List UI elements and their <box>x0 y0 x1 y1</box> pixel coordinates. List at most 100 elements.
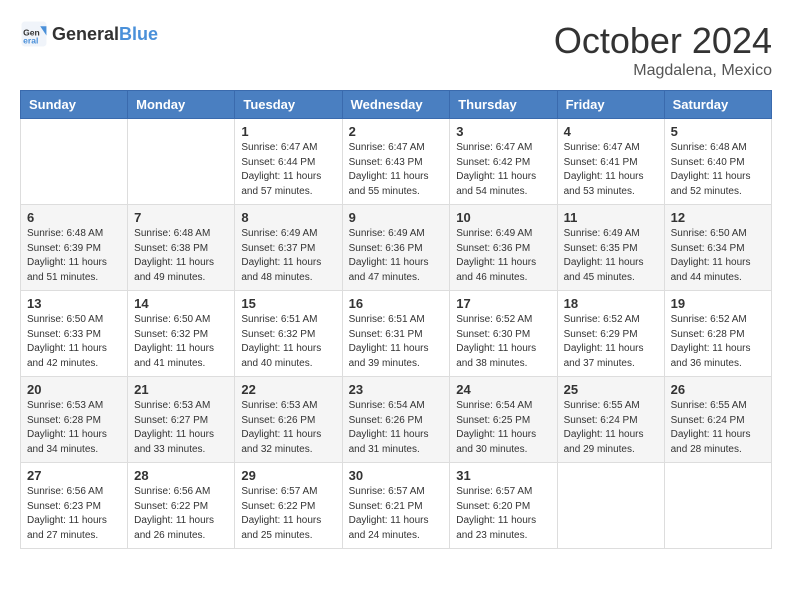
day-info: Sunrise: 6:49 AM Sunset: 6:36 PM Dayligh… <box>349 227 444 285</box>
day-info: Sunrise: 6:57 AM Sunset: 6:20 PM Dayligh… <box>456 485 550 543</box>
logo-blue: Blue <box>119 24 158 44</box>
calendar-cell: 11 Sunrise: 6:49 AM Sunset: 6:35 PM Dayli… <box>557 205 664 291</box>
calendar-cell: 27 Sunrise: 6:56 AM Sunset: 6:23 PM Dayli… <box>21 463 128 549</box>
calendar-cell: 4Sunrise: 6:47 AM Sunset: 6:41 PM Daylig… <box>557 119 664 205</box>
calendar-cell <box>21 119 128 205</box>
calendar-cell: 30Sunrise: 6:57 AM Sunset: 6:21 PM Dayli… <box>342 463 450 549</box>
calendar-cell: 22 Sunrise: 6:53 AM Sunset: 6:26 PM Dayli… <box>235 377 342 463</box>
logo: Gen eral GeneralBlue <box>20 20 158 48</box>
day-info: Sunrise: 6:52 AM Sunset: 6:29 PM Dayligh… <box>564 313 658 371</box>
calendar-cell: 18 Sunrise: 6:52 AM Sunset: 6:29 PM Dayli… <box>557 291 664 377</box>
day-info: Sunrise: 6:48 AM Sunset: 6:39 PM Dayligh… <box>27 227 121 285</box>
day-number: 17 <box>456 296 550 311</box>
day-info: Sunrise: 6:47 AM Sunset: 6:44 PM Dayligh… <box>241 141 335 199</box>
calendar-cell: 25 Sunrise: 6:55 AM Sunset: 6:24 PM Dayli… <box>557 377 664 463</box>
calendar-cell <box>128 119 235 205</box>
day-number: 25 <box>564 382 658 397</box>
title-area: October 2024 Magdalena, Mexico <box>554 20 772 80</box>
calendar-cell <box>557 463 664 549</box>
day-number: 22 <box>241 382 335 397</box>
calendar-cell: 10Sunrise: 6:49 AM Sunset: 6:36 PM Dayli… <box>450 205 557 291</box>
day-of-week-header: Thursday <box>450 91 557 119</box>
day-number: 3 <box>456 124 550 139</box>
calendar-week-row: 6 Sunrise: 6:48 AM Sunset: 6:39 PM Daylig… <box>21 205 772 291</box>
day-number: 31 <box>456 468 550 483</box>
day-number: 18 <box>564 296 658 311</box>
day-number: 11 <box>564 210 658 225</box>
calendar-cell: 16 Sunrise: 6:51 AM Sunset: 6:31 PM Dayli… <box>342 291 450 377</box>
calendar-cell: 20 Sunrise: 6:53 AM Sunset: 6:28 PM Dayli… <box>21 377 128 463</box>
calendar-cell: 13Sunrise: 6:50 AM Sunset: 6:33 PM Dayli… <box>21 291 128 377</box>
day-number: 23 <box>349 382 444 397</box>
calendar-cell: 12 Sunrise: 6:50 AM Sunset: 6:34 PM Dayli… <box>664 205 771 291</box>
day-of-week-header: Sunday <box>21 91 128 119</box>
day-info: Sunrise: 6:57 AM Sunset: 6:21 PM Dayligh… <box>349 485 444 543</box>
day-of-week-header: Saturday <box>664 91 771 119</box>
day-of-week-header: Friday <box>557 91 664 119</box>
day-of-week-header: Tuesday <box>235 91 342 119</box>
day-info: Sunrise: 6:54 AM Sunset: 6:26 PM Dayligh… <box>349 399 444 457</box>
day-number: 12 <box>671 210 765 225</box>
day-number: 1 <box>241 124 335 139</box>
calendar-cell: 29 Sunrise: 6:57 AM Sunset: 6:22 PM Dayli… <box>235 463 342 549</box>
page-header: Gen eral GeneralBlue October 2024 Magdal… <box>20 20 772 80</box>
day-info: Sunrise: 6:47 AM Sunset: 6:42 PM Dayligh… <box>456 141 550 199</box>
calendar-week-row: 13Sunrise: 6:50 AM Sunset: 6:33 PM Dayli… <box>21 291 772 377</box>
day-number: 19 <box>671 296 765 311</box>
day-info: Sunrise: 6:49 AM Sunset: 6:36 PM Dayligh… <box>456 227 550 285</box>
day-info: Sunrise: 6:53 AM Sunset: 6:27 PM Dayligh… <box>134 399 228 457</box>
day-number: 15 <box>241 296 335 311</box>
day-info: Sunrise: 6:51 AM Sunset: 6:31 PM Dayligh… <box>349 313 444 371</box>
day-number: 27 <box>27 468 121 483</box>
day-info: Sunrise: 6:56 AM Sunset: 6:23 PM Dayligh… <box>27 485 121 543</box>
day-number: 9 <box>349 210 444 225</box>
day-number: 26 <box>671 382 765 397</box>
calendar-cell: 31 Sunrise: 6:57 AM Sunset: 6:20 PM Dayli… <box>450 463 557 549</box>
day-info: Sunrise: 6:53 AM Sunset: 6:28 PM Dayligh… <box>27 399 121 457</box>
day-number: 8 <box>241 210 335 225</box>
day-number: 6 <box>27 210 121 225</box>
day-info: Sunrise: 6:53 AM Sunset: 6:26 PM Dayligh… <box>241 399 335 457</box>
calendar-cell: 28Sunrise: 6:56 AM Sunset: 6:22 PM Dayli… <box>128 463 235 549</box>
calendar-cell: 2 Sunrise: 6:47 AM Sunset: 6:43 PM Daylig… <box>342 119 450 205</box>
calendar-table: SundayMondayTuesdayWednesdayThursdayFrid… <box>20 90 772 549</box>
calendar-cell: 5 Sunrise: 6:48 AM Sunset: 6:40 PM Daylig… <box>664 119 771 205</box>
day-info: Sunrise: 6:52 AM Sunset: 6:28 PM Dayligh… <box>671 313 765 371</box>
day-info: Sunrise: 6:55 AM Sunset: 6:24 PM Dayligh… <box>564 399 658 457</box>
day-number: 5 <box>671 124 765 139</box>
calendar-cell: 21Sunrise: 6:53 AM Sunset: 6:27 PM Dayli… <box>128 377 235 463</box>
day-info: Sunrise: 6:54 AM Sunset: 6:25 PM Dayligh… <box>456 399 550 457</box>
calendar-cell: 9 Sunrise: 6:49 AM Sunset: 6:36 PM Daylig… <box>342 205 450 291</box>
calendar-cell: 3 Sunrise: 6:47 AM Sunset: 6:42 PM Daylig… <box>450 119 557 205</box>
location-title: Magdalena, Mexico <box>554 62 772 80</box>
day-info: Sunrise: 6:48 AM Sunset: 6:40 PM Dayligh… <box>671 141 765 199</box>
calendar-week-row: 27 Sunrise: 6:56 AM Sunset: 6:23 PM Dayli… <box>21 463 772 549</box>
day-number: 2 <box>349 124 444 139</box>
day-number: 13 <box>27 296 121 311</box>
day-number: 24 <box>456 382 550 397</box>
calendar-week-row: 1 Sunrise: 6:47 AM Sunset: 6:44 PM Daylig… <box>21 119 772 205</box>
calendar-cell: 8 Sunrise: 6:49 AM Sunset: 6:37 PM Daylig… <box>235 205 342 291</box>
day-info: Sunrise: 6:55 AM Sunset: 6:24 PM Dayligh… <box>671 399 765 457</box>
day-number: 29 <box>241 468 335 483</box>
calendar-cell: 15Sunrise: 6:51 AM Sunset: 6:32 PM Dayli… <box>235 291 342 377</box>
calendar-cell <box>664 463 771 549</box>
day-number: 14 <box>134 296 228 311</box>
day-number: 20 <box>27 382 121 397</box>
day-info: Sunrise: 6:56 AM Sunset: 6:22 PM Dayligh… <box>134 485 228 543</box>
day-number: 4 <box>564 124 658 139</box>
calendar-cell: 17Sunrise: 6:52 AM Sunset: 6:30 PM Dayli… <box>450 291 557 377</box>
day-info: Sunrise: 6:49 AM Sunset: 6:37 PM Dayligh… <box>241 227 335 285</box>
logo-text: GeneralBlue <box>52 24 158 45</box>
day-number: 16 <box>349 296 444 311</box>
day-info: Sunrise: 6:50 AM Sunset: 6:32 PM Dayligh… <box>134 313 228 371</box>
calendar-header-row: SundayMondayTuesdayWednesdayThursdayFrid… <box>21 91 772 119</box>
day-info: Sunrise: 6:57 AM Sunset: 6:22 PM Dayligh… <box>241 485 335 543</box>
calendar-cell: 26 Sunrise: 6:55 AM Sunset: 6:24 PM Dayli… <box>664 377 771 463</box>
svg-text:eral: eral <box>23 35 38 45</box>
day-info: Sunrise: 6:50 AM Sunset: 6:34 PM Dayligh… <box>671 227 765 285</box>
day-info: Sunrise: 6:47 AM Sunset: 6:43 PM Dayligh… <box>349 141 444 199</box>
calendar-cell: 24 Sunrise: 6:54 AM Sunset: 6:25 PM Dayli… <box>450 377 557 463</box>
day-info: Sunrise: 6:49 AM Sunset: 6:35 PM Dayligh… <box>564 227 658 285</box>
day-of-week-header: Wednesday <box>342 91 450 119</box>
